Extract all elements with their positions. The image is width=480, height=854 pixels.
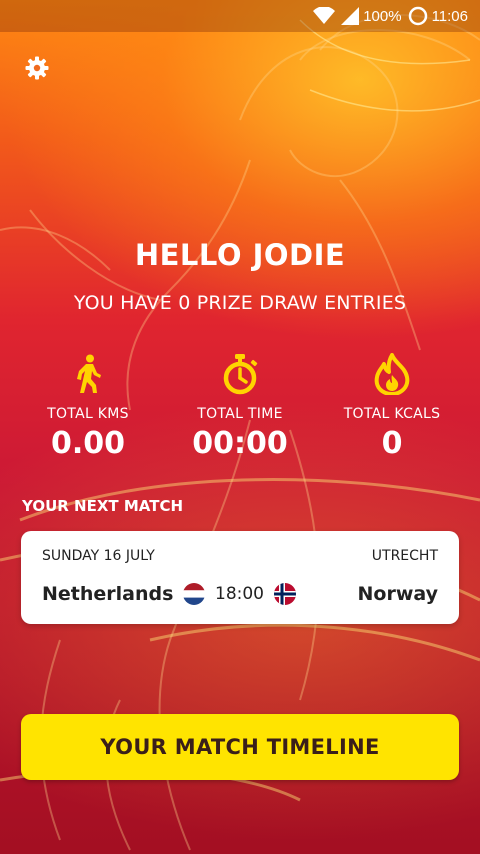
stat-value: 0	[381, 426, 403, 461]
next-match-heading: YOUR NEXT MATCH	[22, 497, 184, 515]
home-team: Netherlands	[42, 583, 174, 605]
stat-label: TOTAL KMS	[47, 406, 129, 422]
stat-value: 00:00	[192, 426, 288, 461]
stat-label: TOTAL KCALS	[343, 406, 441, 422]
match-timeline-button[interactable]: YOUR MATCH TIMELINE	[21, 714, 459, 780]
status-bar: 100% 11:06	[0, 0, 480, 32]
prize-draw-entries: YOU HAVE 0 PRIZE DRAW ENTRIES	[73, 292, 407, 314]
next-match-card[interactable]: SUNDAY 16 JULY UTRECHT Netherlands 18:00…	[21, 531, 459, 624]
stats-row: TOTAL KMS 0.00 TOTAL TIME 00:00 TOTAL KC…	[0, 352, 480, 472]
stat-total-time: TOTAL TIME 00:00	[160, 352, 320, 461]
norway-flag-icon	[274, 583, 296, 605]
gear-icon	[25, 56, 49, 84]
netherlands-flag-icon	[183, 583, 205, 605]
settings-button[interactable]	[22, 55, 52, 85]
match-venue: UTRECHT	[371, 548, 438, 564]
walking-person-icon	[8, 352, 168, 396]
wifi-icon	[313, 7, 336, 25]
signal-icon	[341, 7, 360, 25]
stat-total-kcals: TOTAL KCALS 0	[312, 352, 472, 461]
clock: 11:06	[431, 7, 468, 25]
battery-percentage: 100%	[363, 7, 402, 25]
match-date: SUNDAY 16 JULY	[42, 548, 155, 564]
stat-total-kms: TOTAL KMS 0.00	[8, 352, 168, 461]
stat-value: 0.00	[50, 426, 126, 461]
kickoff-time: 18:00	[215, 584, 264, 604]
stat-label: TOTAL TIME	[197, 406, 283, 422]
battery-icon	[408, 6, 428, 26]
stopwatch-icon	[160, 352, 320, 396]
away-team: Norway	[357, 583, 439, 605]
flame-icon	[312, 352, 472, 396]
greeting-title: HELLO JODIE	[134, 238, 346, 272]
